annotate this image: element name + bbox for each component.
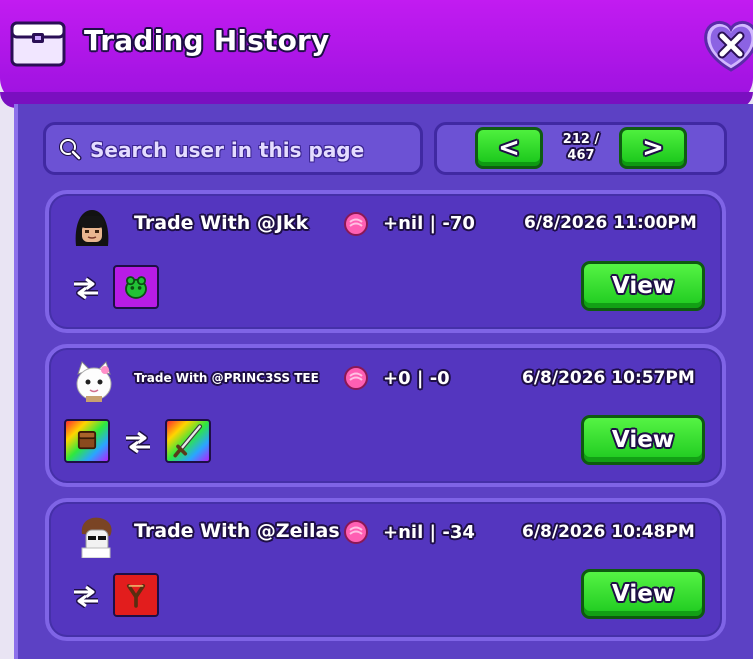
prev-page-button[interactable]: <: [475, 127, 543, 169]
gem-icon: [344, 366, 368, 390]
gem-icon: [344, 212, 368, 236]
green-creature-item-icon[interactable]: [113, 265, 159, 309]
prev-arrow-label: <: [498, 133, 520, 163]
view-trade-button[interactable]: View: [581, 569, 705, 619]
next-arrow-label: >: [642, 133, 664, 163]
trade-title: Trade With @Jkk: [134, 212, 309, 234]
swap-arrows-icon: [74, 584, 98, 608]
trade-title: Trade With @Zeilas: [134, 520, 340, 542]
search-input[interactable]: Search user in this page: [43, 122, 423, 175]
view-trade-button[interactable]: View: [581, 261, 705, 311]
total-pages: 467: [567, 148, 595, 163]
view-trade-button[interactable]: View: [581, 415, 705, 465]
rainbow-chest-item-icon[interactable]: [64, 419, 110, 463]
swap-arrows-icon: [126, 430, 150, 454]
trade-value-diff: +nil | -34: [383, 522, 475, 543]
trade-datetime: 6/8/2026 10:48PM: [522, 522, 695, 542]
gem-icon: [344, 520, 368, 544]
trade-value-diff: +0 | -0: [383, 368, 450, 389]
trade-datetime: 6/8/2026 10:57PM: [522, 368, 695, 388]
search-placeholder: Search user in this page: [90, 138, 365, 162]
avatar: [81, 517, 112, 558]
avatar: [76, 361, 112, 402]
swap-arrows-icon: [74, 276, 98, 300]
chest-icon: [10, 21, 66, 67]
search-icon: [59, 138, 82, 161]
trade-value-diff: +nil | -70: [383, 213, 475, 234]
page-title: Trading History: [84, 24, 330, 57]
rainbow-sword-item-icon[interactable]: [165, 419, 211, 463]
trade-title: Trade With @PRINC3SS TEE: [134, 371, 319, 385]
next-page-button[interactable]: >: [619, 127, 687, 169]
red-slingshot-item-icon[interactable]: [113, 573, 159, 617]
close-icon[interactable]: [700, 14, 753, 76]
current-page: 212 /: [562, 132, 600, 147]
trade-datetime: 6/8/2026 11:00PM: [524, 213, 697, 233]
avatar: [75, 210, 109, 246]
page-indicator: 212 / 467: [559, 132, 603, 164]
